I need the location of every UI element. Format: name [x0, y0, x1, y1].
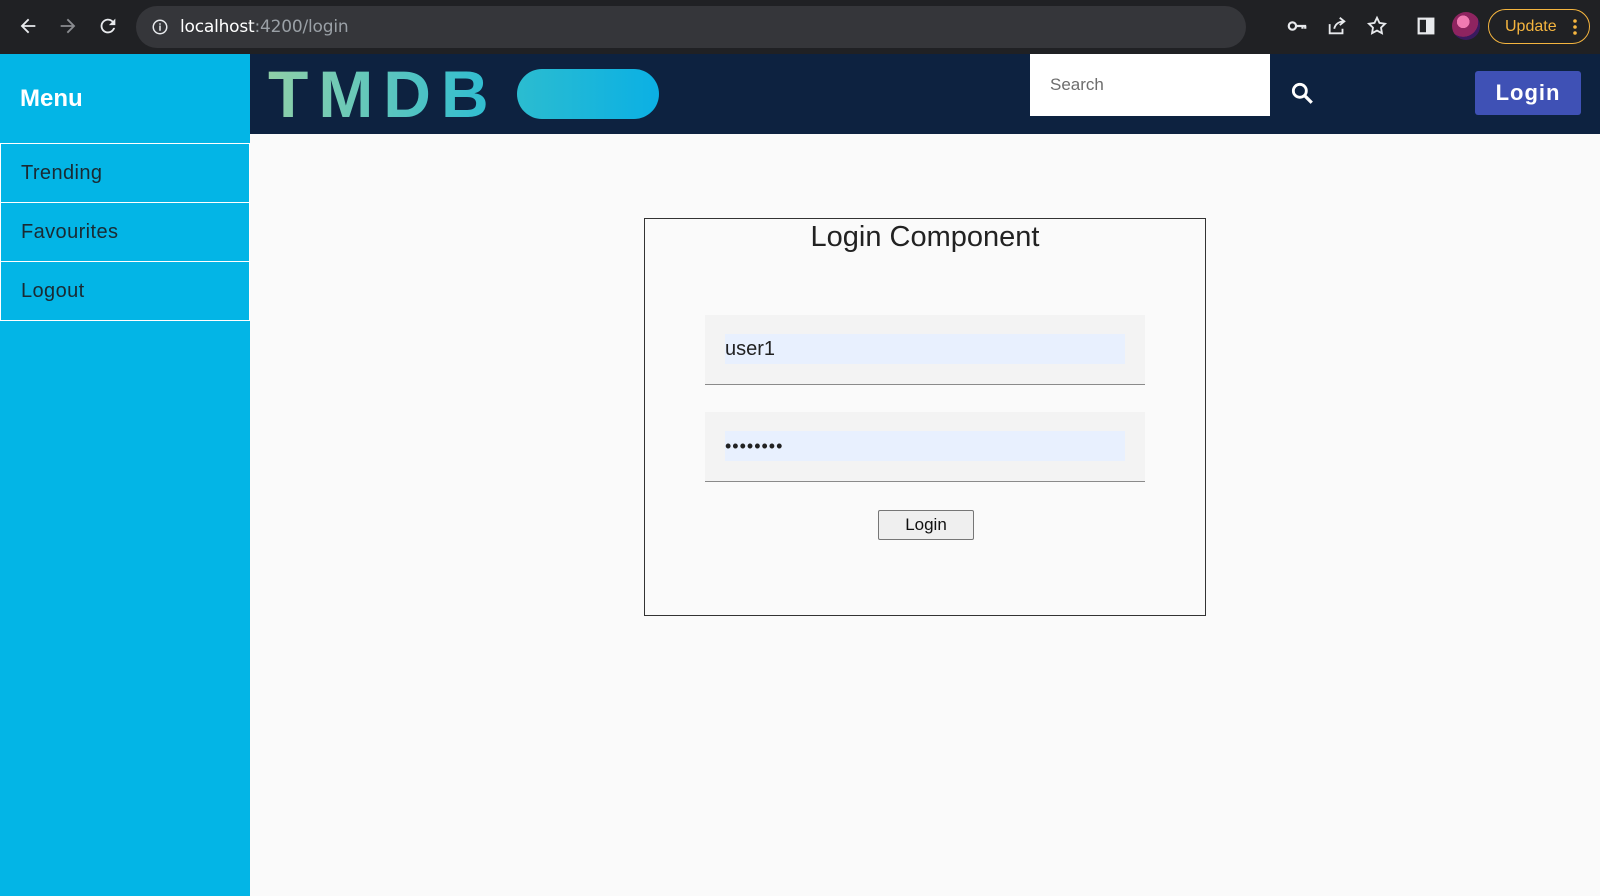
search-button[interactable]	[1285, 76, 1319, 110]
url-path: :4200/login	[254, 17, 349, 37]
sidebar-item-logout[interactable]: Logout	[0, 261, 250, 321]
bookmark-button[interactable]	[1364, 13, 1390, 39]
username-field[interactable]: user1	[705, 315, 1145, 385]
share-icon	[1328, 17, 1346, 35]
header-login-button[interactable]: Login	[1475, 71, 1581, 115]
tmdb-logo[interactable]: TMDB	[268, 57, 659, 131]
login-submit-button[interactable]: Login	[878, 510, 974, 540]
kebab-menu-icon	[1573, 18, 1577, 41]
login-card: Login Component user1 •••••••• Login	[644, 218, 1206, 616]
sidebar: Menu Trending Favourites Logout	[0, 54, 250, 896]
username-input[interactable]: user1	[725, 334, 1125, 364]
url-host: localhost	[180, 17, 255, 37]
sidebar-item-favourites[interactable]: Favourites	[0, 202, 250, 262]
star-icon	[1366, 15, 1388, 35]
password-field[interactable]: ••••••••	[705, 412, 1145, 482]
app-header: TMDB Login	[250, 54, 1600, 134]
logo-pill-shape	[516, 69, 659, 119]
reload-button[interactable]	[94, 12, 122, 40]
sidebar-item-trending[interactable]: Trending	[0, 143, 250, 203]
reload-icon	[100, 18, 116, 34]
address-bar[interactable]: localhost:4200/login	[136, 6, 1246, 48]
arrow-right-icon	[60, 18, 76, 34]
update-button[interactable]: Update	[1488, 9, 1590, 44]
url-text: localhost:4200/login	[180, 17, 349, 37]
logo-text: TMDB	[268, 57, 499, 131]
password-key-button[interactable]	[1284, 13, 1310, 39]
update-label: Update	[1505, 17, 1557, 35]
browser-toolbar: localhost:4200/login Update	[0, 0, 1600, 54]
side-panel-button[interactable]	[1413, 13, 1439, 39]
site-info-icon[interactable]	[150, 17, 170, 37]
search-input[interactable]	[1030, 54, 1270, 116]
search-icon	[1291, 82, 1313, 104]
side-panel-icon	[1417, 17, 1435, 35]
back-button[interactable]	[14, 12, 42, 40]
password-input[interactable]: ••••••••	[725, 431, 1125, 461]
share-button[interactable]	[1324, 13, 1350, 39]
forward-button[interactable]	[54, 12, 82, 40]
login-card-title: Login Component	[810, 221, 1040, 253]
key-icon	[1287, 21, 1307, 31]
profile-avatar[interactable]	[1452, 12, 1480, 40]
arrow-left-icon	[20, 18, 36, 34]
sidebar-title: Menu	[20, 85, 83, 112]
